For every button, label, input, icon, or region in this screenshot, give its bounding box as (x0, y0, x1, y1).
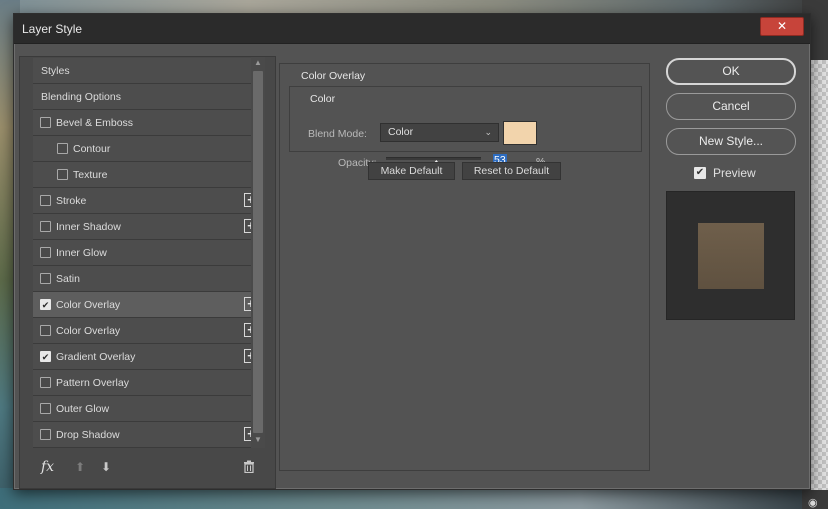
effect-item[interactable]: Inner Glow (33, 240, 263, 266)
effect-item[interactable]: Pattern Overlay (33, 370, 263, 396)
effects-panel: Styles Blending Options Bevel & Emboss Cont… (19, 56, 276, 489)
preview-checkbox[interactable]: ✔ (694, 167, 706, 179)
effects-list: Styles Blending Options Bevel & Emboss Cont… (33, 58, 263, 448)
section-title: Color Overlay (301, 70, 366, 82)
preview-label: Preview (713, 166, 756, 180)
fx-menu-icon[interactable]: fx (41, 459, 54, 475)
preview-toggle[interactable]: ✔ Preview (694, 166, 756, 180)
effect-item[interactable]: Stroke+ (33, 188, 263, 214)
blend-mode-label: Blend Mode: (308, 128, 367, 140)
effects-footer: fx ⬆ ⬇ (33, 453, 263, 483)
close-button[interactable]: ✕ (760, 17, 804, 36)
effect-item[interactable]: Blending Options (33, 84, 263, 110)
effect-item[interactable]: Color Overlay+ (33, 318, 263, 344)
overlay-color-swatch[interactable] (503, 121, 537, 145)
group-title: Color (310, 93, 336, 105)
effect-label: Inner Shadow (56, 220, 121, 233)
effect-item[interactable]: Texture (33, 162, 263, 188)
effect-checkbox[interactable] (40, 429, 51, 440)
color-overlay-panel: Color Overlay Color Blend Mode: Color ⌄ … (279, 63, 650, 471)
effect-item[interactable]: Inner Shadow+ (33, 214, 263, 240)
title-bar[interactable]: Layer Style ✕ (14, 14, 810, 44)
effect-label: Pattern Overlay (56, 376, 129, 389)
effect-item[interactable]: Contour (33, 136, 263, 162)
color-group: Color Blend Mode: Color ⌄ Opacity: 53 % (289, 86, 642, 170)
effect-item[interactable]: Drop Shadow+ (33, 422, 263, 448)
effect-checkbox[interactable] (40, 117, 51, 128)
effect-item[interactable]: Styles (33, 58, 263, 84)
make-default-button[interactable]: Make Default (368, 162, 455, 180)
effect-checkbox[interactable]: ✔ (40, 351, 51, 362)
effect-label: Color Overlay (56, 324, 121, 337)
visibility-eye-icon[interactable]: ◉ (808, 496, 818, 509)
effect-label: Color Overlay (56, 298, 121, 311)
scroll-up-icon[interactable]: ▲ (253, 58, 263, 70)
cancel-button[interactable]: Cancel (666, 93, 796, 120)
chevron-down-icon: ⌄ (484, 127, 492, 137)
effect-checkbox[interactable] (40, 195, 51, 206)
effect-checkbox[interactable] (40, 403, 51, 414)
effect-item[interactable]: Outer Glow (33, 396, 263, 422)
dialog-title: Layer Style (22, 22, 83, 36)
effect-label: Satin (56, 272, 80, 285)
new-style-button[interactable]: New Style... (666, 128, 796, 155)
move-up-icon[interactable]: ⬆ (75, 460, 85, 474)
effect-checkbox[interactable] (57, 169, 68, 180)
effect-item[interactable]: ✔Gradient Overlay+ (33, 344, 263, 370)
effect-checkbox[interactable]: ✔ (40, 299, 51, 310)
move-down-icon[interactable]: ⬇ (101, 460, 111, 474)
style-preview (666, 191, 795, 320)
scrollbar-thumb[interactable] (253, 71, 263, 433)
ok-button[interactable]: OK (666, 58, 796, 85)
opacity-slider[interactable] (386, 157, 481, 170)
effects-scrollbar[interactable]: ▲ ▼ (251, 57, 265, 448)
blend-mode-value: Color (388, 126, 414, 138)
reset-to-default-button[interactable]: Reset to Default (462, 162, 561, 180)
effect-label: Contour (73, 142, 111, 155)
effect-label: Styles (41, 64, 70, 77)
layer-style-dialog: Layer Style ✕ Styles Blending Options Beve… (13, 13, 811, 490)
effect-item[interactable]: Bevel & Emboss (33, 110, 263, 136)
effect-checkbox[interactable] (40, 273, 51, 284)
blend-mode-select[interactable]: Color ⌄ (380, 123, 499, 142)
effect-label: Inner Glow (56, 246, 107, 259)
background-image-bottom (0, 488, 828, 509)
effect-checkbox[interactable] (40, 377, 51, 388)
effect-checkbox[interactable] (40, 247, 51, 258)
delete-effect-icon[interactable] (243, 460, 255, 476)
preview-swatch (698, 223, 764, 289)
effect-label: Texture (73, 168, 108, 181)
close-icon: ✕ (776, 19, 788, 33)
effect-label: Blending Options (41, 90, 121, 103)
effect-label: Drop Shadow (56, 428, 120, 441)
effect-checkbox[interactable] (40, 221, 51, 232)
effect-label: Outer Glow (56, 402, 110, 415)
effect-checkbox[interactable] (57, 143, 68, 154)
effect-label: Gradient Overlay (56, 350, 136, 363)
effect-label: Stroke (56, 194, 87, 207)
effect-item[interactable]: ✔Color Overlay+ (33, 292, 263, 318)
effect-item[interactable]: Satin (33, 266, 263, 292)
scroll-down-icon[interactable]: ▼ (253, 435, 263, 447)
trash-icon (244, 460, 254, 474)
effect-label: Bevel & Emboss (56, 116, 134, 129)
effect-checkbox[interactable] (40, 325, 51, 336)
